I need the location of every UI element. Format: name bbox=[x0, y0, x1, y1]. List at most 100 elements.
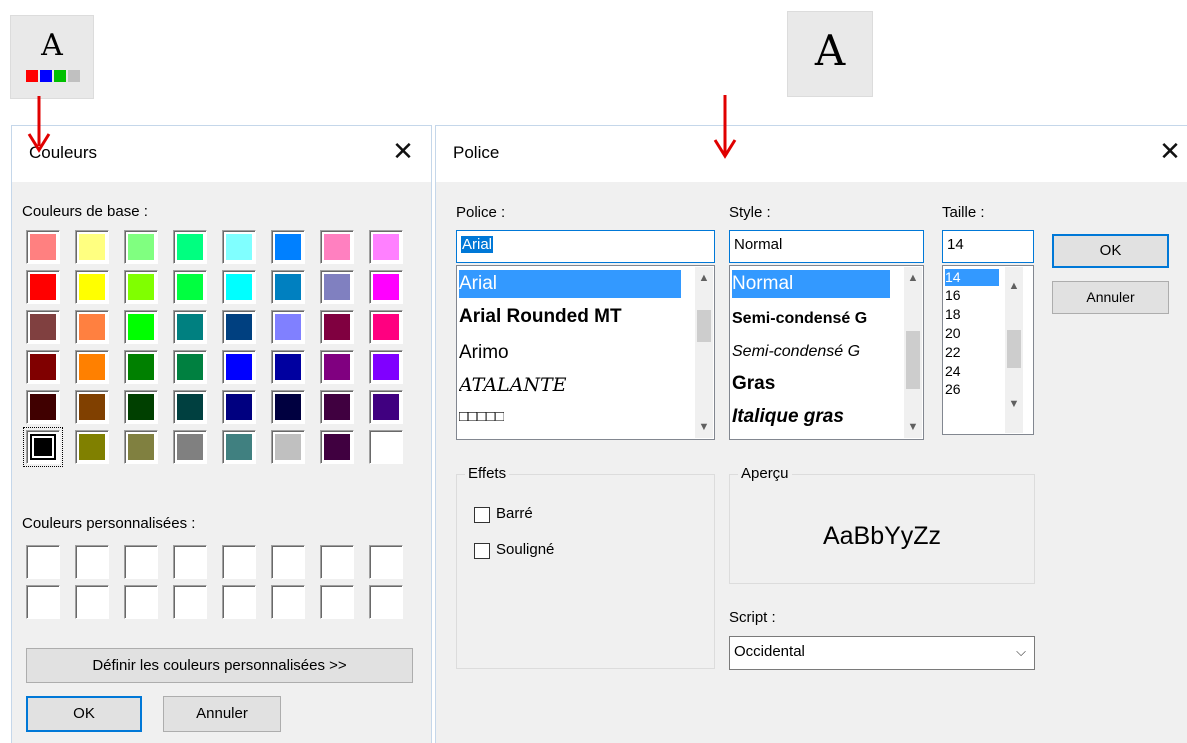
color-swatch[interactable] bbox=[75, 310, 109, 344]
color-swatch[interactable] bbox=[320, 270, 354, 304]
color-swatch[interactable] bbox=[124, 270, 158, 304]
color-swatch[interactable] bbox=[271, 230, 305, 264]
custom-color-swatch[interactable] bbox=[369, 545, 403, 579]
ok-button[interactable]: OK bbox=[26, 696, 142, 732]
color-swatch[interactable] bbox=[173, 270, 207, 304]
custom-color-swatch[interactable] bbox=[320, 585, 354, 619]
color-swatch[interactable] bbox=[124, 390, 158, 424]
custom-color-swatch[interactable] bbox=[222, 545, 256, 579]
list-item[interactable]: 26 bbox=[945, 381, 961, 397]
font-listbox[interactable]: Arial Arial Rounded MT Arimo ATALANTE □□… bbox=[456, 265, 715, 440]
color-swatch[interactable] bbox=[173, 390, 207, 424]
color-swatch[interactable] bbox=[173, 430, 207, 464]
custom-color-swatch[interactable] bbox=[271, 585, 305, 619]
color-swatch[interactable] bbox=[369, 270, 403, 304]
custom-color-swatch[interactable] bbox=[222, 585, 256, 619]
font-list-scrollbar[interactable]: ▲ ▼ bbox=[695, 267, 713, 438]
close-icon[interactable]: ✕ bbox=[1154, 136, 1186, 168]
chevron-down-icon[interactable]: ▼ bbox=[904, 418, 922, 436]
color-swatch[interactable] bbox=[222, 270, 256, 304]
color-swatch[interactable] bbox=[26, 350, 60, 384]
list-item[interactable]: Arial bbox=[459, 270, 681, 298]
font-name-input[interactable]: Arial bbox=[456, 230, 715, 263]
color-swatch[interactable] bbox=[369, 310, 403, 344]
color-swatch[interactable] bbox=[26, 270, 60, 304]
ok-button[interactable]: OK bbox=[1052, 234, 1169, 268]
custom-color-swatch[interactable] bbox=[26, 545, 60, 579]
color-swatch[interactable] bbox=[320, 230, 354, 264]
list-item[interactable]: 16 bbox=[945, 287, 961, 303]
style-input[interactable]: Normal bbox=[729, 230, 924, 263]
scrollbar-thumb[interactable] bbox=[906, 331, 920, 389]
color-swatch[interactable] bbox=[320, 310, 354, 344]
color-swatch[interactable] bbox=[222, 390, 256, 424]
list-item[interactable]: Semi-condensé G bbox=[732, 343, 898, 361]
list-item[interactable]: 22 bbox=[945, 344, 961, 360]
color-swatch[interactable] bbox=[320, 430, 354, 464]
list-item[interactable]: Normal bbox=[732, 270, 890, 298]
color-swatch[interactable] bbox=[75, 350, 109, 384]
chevron-up-icon[interactable]: ▲ bbox=[904, 269, 922, 287]
color-swatch[interactable] bbox=[124, 430, 158, 464]
chevron-up-icon[interactable]: ▲ bbox=[695, 269, 713, 287]
color-swatch[interactable] bbox=[124, 310, 158, 344]
list-item[interactable]: 20 bbox=[945, 325, 961, 341]
custom-color-swatch[interactable] bbox=[124, 545, 158, 579]
custom-color-swatch[interactable] bbox=[124, 585, 158, 619]
color-swatch[interactable] bbox=[173, 230, 207, 264]
color-swatch[interactable] bbox=[75, 430, 109, 464]
list-item[interactable]: 18 bbox=[945, 306, 961, 322]
custom-color-swatch[interactable] bbox=[75, 545, 109, 579]
color-swatch[interactable] bbox=[124, 230, 158, 264]
color-swatch[interactable] bbox=[320, 390, 354, 424]
style-list-scrollbar[interactable]: ▲ ▼ bbox=[904, 267, 922, 438]
chevron-down-icon[interactable]: ▼ bbox=[1005, 395, 1023, 413]
list-item[interactable]: Semi-condensé G bbox=[732, 310, 898, 328]
custom-color-swatch[interactable] bbox=[26, 585, 60, 619]
font-toolbar-icon[interactable]: A bbox=[787, 11, 873, 97]
color-swatch[interactable] bbox=[23, 427, 63, 467]
define-custom-colors-button[interactable]: Définir les couleurs personnalisées >> bbox=[26, 648, 413, 683]
color-swatch[interactable] bbox=[369, 350, 403, 384]
custom-color-swatch[interactable] bbox=[173, 585, 207, 619]
color-swatch[interactable] bbox=[271, 270, 305, 304]
color-swatch[interactable] bbox=[173, 310, 207, 344]
custom-color-swatch[interactable] bbox=[75, 585, 109, 619]
color-swatch[interactable] bbox=[271, 310, 305, 344]
color-swatch[interactable] bbox=[173, 350, 207, 384]
chevron-down-icon[interactable]: ▼ bbox=[695, 418, 713, 436]
close-icon[interactable]: ✕ bbox=[387, 136, 419, 168]
color-swatch[interactable] bbox=[26, 310, 60, 344]
custom-color-swatch[interactable] bbox=[369, 585, 403, 619]
color-swatch[interactable] bbox=[222, 350, 256, 384]
cancel-button[interactable]: Annuler bbox=[163, 696, 281, 732]
color-swatch[interactable] bbox=[222, 310, 256, 344]
list-item[interactable]: ATALANTE bbox=[459, 374, 567, 396]
list-item[interactable]: Italique gras bbox=[732, 406, 844, 428]
color-swatch[interactable] bbox=[320, 350, 354, 384]
color-swatch[interactable] bbox=[75, 390, 109, 424]
list-item[interactable]: Arimo bbox=[459, 342, 509, 364]
color-swatch[interactable] bbox=[222, 230, 256, 264]
style-listbox[interactable]: Normal Semi-condensé G Semi-condensé G G… bbox=[729, 265, 924, 440]
color-swatch[interactable] bbox=[124, 350, 158, 384]
custom-color-swatch[interactable] bbox=[173, 545, 207, 579]
size-listbox[interactable]: 14 16 18 20 22 24 26 ▲ ▼ bbox=[942, 265, 1034, 435]
font-color-toolbar-icon[interactable]: A bbox=[10, 15, 94, 99]
underline-checkbox[interactable] bbox=[474, 543, 490, 559]
color-swatch[interactable] bbox=[271, 430, 305, 464]
color-swatch[interactable] bbox=[26, 230, 60, 264]
list-item[interactable]: Gras bbox=[732, 373, 775, 395]
size-input[interactable]: 14 bbox=[942, 230, 1034, 263]
script-select[interactable]: Occidental ⌵ bbox=[729, 636, 1035, 670]
list-item[interactable]: Arial Rounded MT bbox=[459, 306, 622, 328]
list-item[interactable]: □□□□□ bbox=[459, 408, 504, 425]
chevron-up-icon[interactable]: ▲ bbox=[1005, 277, 1023, 295]
color-swatch[interactable] bbox=[369, 390, 403, 424]
list-item[interactable]: 14 bbox=[945, 269, 999, 286]
color-swatch[interactable] bbox=[222, 430, 256, 464]
color-swatch[interactable] bbox=[75, 270, 109, 304]
color-swatch[interactable] bbox=[26, 390, 60, 424]
list-item[interactable]: 24 bbox=[945, 363, 961, 379]
color-swatch[interactable] bbox=[271, 350, 305, 384]
